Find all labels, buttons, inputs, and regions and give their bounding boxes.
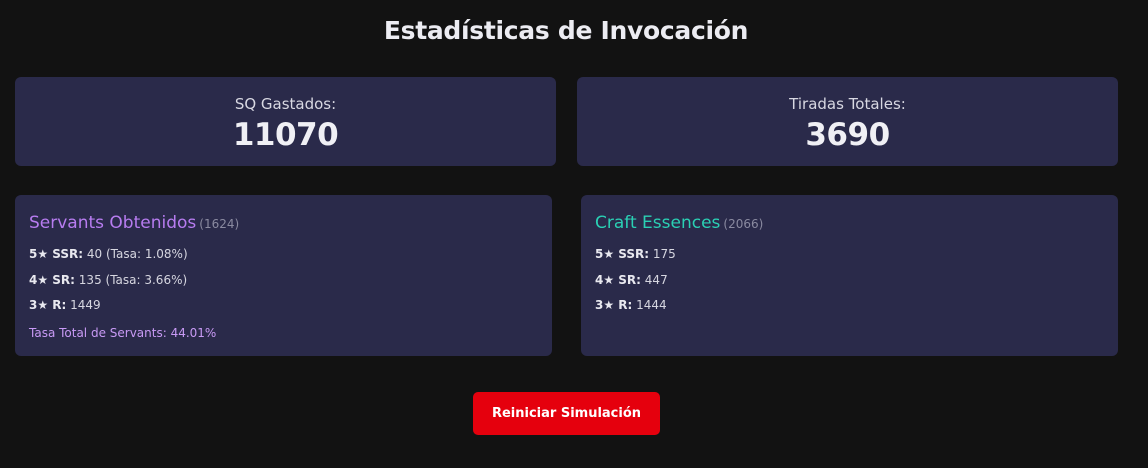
servants-card: Servants Obtenidos (1624) 5★ SSR: 40 (Tas… [15, 195, 552, 356]
sq-spent-value: 11070 [232, 117, 339, 153]
servants-row-ssr: 5★ SSR: 40 (Tasa: 1.08%) [29, 247, 188, 261]
rank-value: 135 (Tasa: 3.66%) [78, 273, 188, 287]
craft-essences-heading: Craft Essences (2066) [595, 213, 763, 233]
rank-value: 1449 [70, 298, 101, 312]
craft-essences-title: Craft Essences [595, 213, 721, 233]
rank-label: 4★ SR: [29, 273, 75, 287]
servants-count: (1624) [199, 217, 240, 231]
total-rolls-label: Tiradas Totales: [789, 95, 906, 113]
rank-label: 3★ R: [29, 298, 67, 312]
reset-simulation-button[interactable]: Reiniciar Simulación [473, 392, 660, 435]
ce-row-ssr: 5★ SSR: 175 [595, 247, 676, 261]
servants-heading: Servants Obtenidos (1624) [29, 213, 239, 233]
rank-value: 40 (Tasa: 1.08%) [86, 247, 188, 261]
ce-row-sr: 4★ SR: 447 [595, 273, 668, 287]
servants-row-sr: 4★ SR: 135 (Tasa: 3.66%) [29, 273, 187, 287]
servants-title: Servants Obtenidos [29, 213, 197, 233]
page-title: Estadísticas de Invocación [383, 16, 749, 45]
sq-spent-label: SQ Gastados: [234, 95, 337, 113]
total-rolls-card: Tiradas Totales: 3690 [577, 77, 1118, 166]
summon-stats-page: Estadísticas de Invocación SQ Gastados: … [0, 0, 1148, 468]
rank-label: 5★ SSR: [29, 247, 84, 261]
ce-row-r: 3★ R: 1444 [595, 298, 667, 312]
servants-row-r: 3★ R: 1449 [29, 298, 101, 312]
rank-value: 175 [652, 247, 676, 261]
servants-total-rate: Tasa Total de Servants: 44.01% [29, 326, 217, 340]
craft-essences-card: Craft Essences (2066) 5★ SSR: 175 4★ SR: … [581, 195, 1118, 356]
rank-label: 4★ SR: [595, 273, 641, 287]
rank-value: 1444 [636, 298, 667, 312]
rank-value: 447 [644, 273, 668, 287]
rank-label: 5★ SSR: [595, 247, 650, 261]
craft-essences-count: (2066) [723, 217, 764, 231]
sq-spent-card: SQ Gastados: 11070 [15, 77, 556, 166]
total-rolls-value: 3690 [805, 117, 890, 153]
rank-label: 3★ R: [595, 298, 633, 312]
